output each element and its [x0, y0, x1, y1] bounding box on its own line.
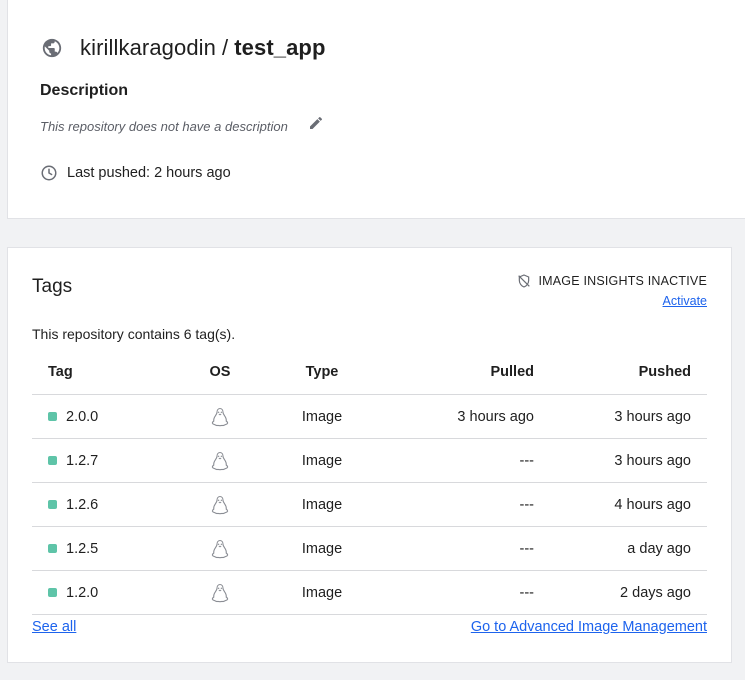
tags-title: Tags	[32, 276, 73, 297]
repository-owner[interactable]: kirillkaragodin	[80, 35, 216, 60]
table-row[interactable]: 2.0.0 Image 3 hours ago 3 hours ago	[32, 394, 707, 439]
linux-icon	[211, 407, 229, 426]
tag-name[interactable]: 1.2.7	[66, 453, 98, 469]
activate-link[interactable]: Activate	[663, 294, 707, 308]
clock-icon	[41, 165, 57, 181]
pulled-cell: ---	[383, 526, 535, 571]
insights-status: IMAGE INSIGHTS INACTIVE	[538, 274, 707, 288]
pencil-icon[interactable]	[308, 115, 326, 133]
tags-table: Tag OS Type Pulled Pushed 2.0.0 Image 3 …	[32, 350, 707, 615]
tag-name[interactable]: 1.2.5	[66, 541, 98, 557]
description-text: This repository does not have a descript…	[40, 119, 288, 134]
advanced-image-management-link[interactable]: Go to Advanced Image Management	[471, 619, 707, 635]
last-pushed-text: Last pushed: 2 hours ago	[67, 165, 231, 181]
pulled-cell: 3 hours ago	[383, 394, 535, 439]
tags-count: This repository contains 6 tag(s).	[32, 326, 236, 342]
table-row[interactable]: 1.2.6 Image --- 4 hours ago	[32, 482, 707, 527]
table-header-row: Tag OS Type Pulled Pushed	[32, 350, 707, 395]
repository-info-card: kirillkaragodin / test_app Description Thi…	[7, 0, 745, 219]
tag-name[interactable]: 1.2.6	[66, 497, 98, 513]
column-header-pushed[interactable]: Pushed	[535, 350, 707, 395]
linux-icon	[211, 539, 229, 558]
column-header-os: OS	[179, 350, 261, 395]
repository-title: kirillkaragodin / test_app	[80, 35, 326, 61]
see-all-link[interactable]: See all	[32, 619, 76, 635]
table-row[interactable]: 1.2.7 Image --- 3 hours ago	[32, 438, 707, 483]
last-pushed-row: Last pushed: 2 hours ago	[40, 164, 231, 182]
globe-icon	[40, 36, 64, 60]
pushed-cell: 3 hours ago	[535, 394, 707, 439]
tag-name[interactable]: 2.0.0	[66, 409, 98, 425]
linux-icon	[211, 451, 229, 470]
type-cell: Image	[261, 570, 383, 615]
pulled-cell: ---	[383, 570, 535, 615]
column-header-type: Type	[261, 350, 383, 395]
column-header-pulled[interactable]: Pulled	[383, 350, 535, 395]
title-separator: /	[222, 35, 229, 60]
status-dot	[48, 500, 57, 509]
pushed-cell: a day ago	[535, 526, 707, 571]
repository-title-row: kirillkaragodin / test_app	[40, 35, 326, 61]
description-heading: Description	[40, 82, 129, 99]
tags-card: Tags IMAGE INSIGHTS INACTIVE Activate Th…	[7, 247, 732, 663]
type-cell: Image	[261, 394, 383, 439]
table-row[interactable]: 1.2.5 Image --- a day ago	[32, 526, 707, 571]
pushed-cell: 4 hours ago	[535, 482, 707, 527]
column-header-tag[interactable]: Tag	[32, 350, 179, 395]
linux-icon	[211, 583, 229, 602]
image-insights: IMAGE INSIGHTS INACTIVE Activate	[516, 273, 707, 310]
type-cell: Image	[261, 526, 383, 571]
pushed-cell: 3 hours ago	[535, 438, 707, 483]
status-dot	[48, 588, 57, 597]
status-dot	[48, 456, 57, 465]
tag-name[interactable]: 1.2.0	[66, 585, 98, 601]
shield-off-icon	[518, 274, 531, 288]
status-dot	[48, 544, 57, 553]
table-row[interactable]: 1.2.0 Image --- 2 days ago	[32, 570, 707, 615]
pulled-cell: ---	[383, 482, 535, 527]
pulled-cell: ---	[383, 438, 535, 483]
type-cell: Image	[261, 438, 383, 483]
type-cell: Image	[261, 482, 383, 527]
linux-icon	[211, 495, 229, 514]
status-dot	[48, 412, 57, 421]
pushed-cell: 2 days ago	[535, 570, 707, 615]
repository-name: test_app	[234, 35, 326, 60]
